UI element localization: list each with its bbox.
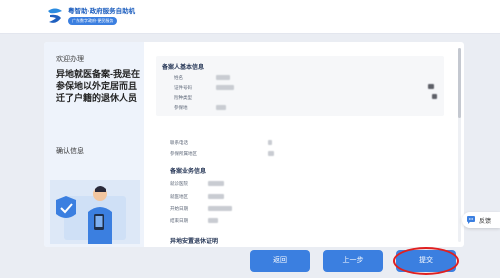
basic-info-section: 备案人基本信息 姓名 证件号码 险种类型 参保地 xyxy=(156,56,444,116)
feedback-label: 反馈 xyxy=(479,219,492,225)
logo-subtitle: 广东数字政府·便民服务 xyxy=(68,17,118,25)
masked-value xyxy=(432,94,437,99)
user-phone-illustration-icon xyxy=(50,180,140,244)
submit-highlight-ring xyxy=(393,247,459,275)
masked-value xyxy=(216,105,226,110)
masked-value xyxy=(208,194,224,199)
masked-value xyxy=(268,140,272,145)
masked-value xyxy=(216,85,234,90)
section-title: 异地安置退休证明 xyxy=(170,239,219,245)
feedback-icon xyxy=(467,216,475,224)
business-title: 异地就医备案-我是在参保地以外定居而且迁了户籍的退休人员 xyxy=(56,69,140,103)
form-area[interactable]: 备案人基本信息 姓名 证件号码 险种类型 参保地 联系电话 参保所属地区 备案业… xyxy=(148,42,458,247)
section-title: 备案业务信息 xyxy=(170,169,207,175)
masked-value xyxy=(216,75,230,80)
field-label: 参保地 xyxy=(174,105,188,110)
field-label: 参保所属地区 xyxy=(170,151,197,156)
masked-value xyxy=(208,206,232,211)
field-label: 结束日期 xyxy=(170,218,188,223)
feedback-button[interactable]: 反馈 xyxy=(462,212,500,228)
masked-value xyxy=(208,181,224,186)
main-card: 欢迎办理 异地就医备案-我是在参保地以外定居而且迁了户籍的退休人员 确认信息 备… xyxy=(44,42,464,247)
app-header: 粤智助·政府服务自助机 广东数字政府·便民服务 xyxy=(0,0,500,34)
field-label: 险种类型 xyxy=(174,95,192,100)
field-label: 就诊医院 xyxy=(170,181,188,186)
field-label: 就医地区 xyxy=(170,194,188,199)
logo-title: 粤智助·政府服务自助机 xyxy=(68,8,136,15)
prev-step-button[interactable]: 上一步 xyxy=(323,250,383,272)
scrollbar-thumb[interactable] xyxy=(458,48,461,118)
section-title: 备案人基本信息 xyxy=(162,65,205,71)
masked-value xyxy=(208,218,218,223)
field-label: 姓名 xyxy=(174,75,183,80)
field-label: 联系电话 xyxy=(170,140,188,145)
back-button[interactable]: 返回 xyxy=(250,250,310,272)
field-label: 证件号码 xyxy=(174,85,192,90)
masked-value xyxy=(268,151,274,156)
current-step: 确认信息 xyxy=(56,148,84,155)
welcome-text: 欢迎办理 xyxy=(56,56,84,63)
field-label: 开始日期 xyxy=(170,206,188,211)
masked-value xyxy=(428,84,434,89)
logo-icon xyxy=(48,8,62,23)
business-panel: 欢迎办理 异地就医备案-我是在参保地以外定居而且迁了户籍的退休人员 确认信息 xyxy=(44,42,144,247)
